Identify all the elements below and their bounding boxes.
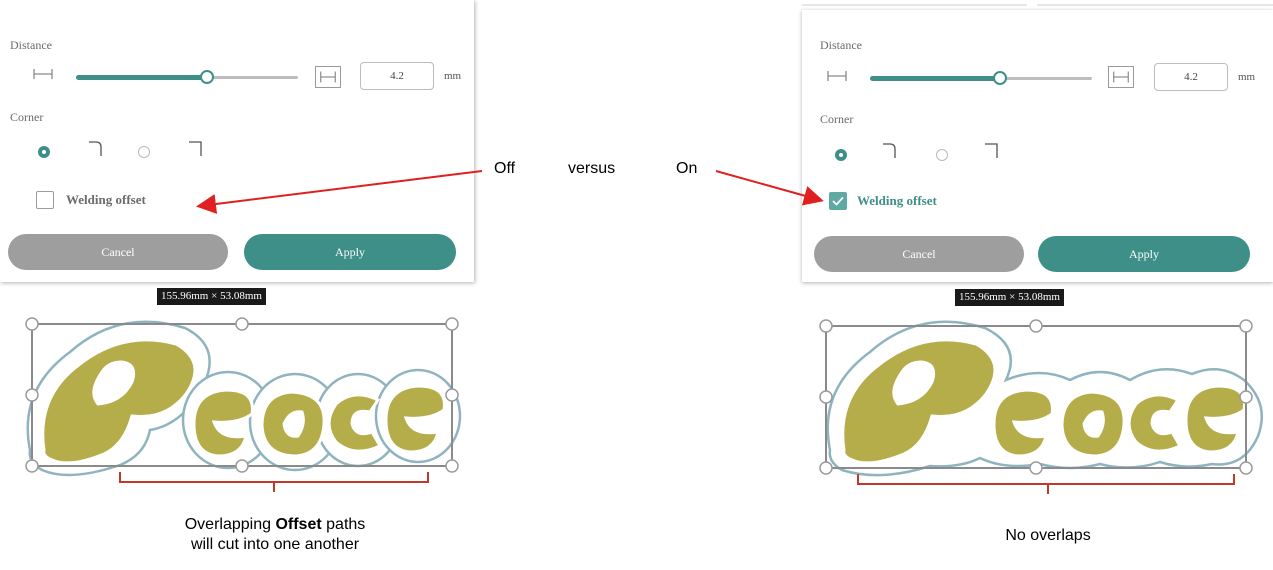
distance-input[interactable]: 4.2 xyxy=(1154,63,1228,91)
welding-offset-label: Welding offset xyxy=(857,193,937,208)
caption-text: will cut into one another xyxy=(190,536,360,553)
distance-slider-fill xyxy=(870,76,1000,81)
overlap-bracket xyxy=(119,472,429,492)
peace-artwork-overlapping[interactable] xyxy=(0,300,470,500)
distance-slider-fill xyxy=(76,75,206,80)
distance-min-icon[interactable] xyxy=(32,66,54,82)
apply-button[interactable]: Apply xyxy=(1038,236,1250,272)
distance-slider-thumb[interactable] xyxy=(200,70,214,84)
overlap-caption: Overlapping Offset paths will cut into o… xyxy=(130,515,420,555)
corner-square-icon xyxy=(189,141,202,156)
corner-label: Corner xyxy=(820,112,854,126)
caption-text: Overlapping xyxy=(184,516,271,533)
offset-panel-off: Distance 4.2 mm Corner Welding offset Ca… xyxy=(0,0,474,282)
peace-artwork-welded[interactable] xyxy=(800,300,1273,500)
apply-button[interactable]: Apply xyxy=(244,234,456,270)
offset-panel-on: Distance 4.2 mm Corner Welding offset Ca… xyxy=(802,10,1273,282)
corner-label: Corner xyxy=(10,110,44,124)
distance-unit: mm xyxy=(1238,71,1256,83)
corner-square-icon xyxy=(985,143,998,158)
distance-unit: mm xyxy=(444,70,462,82)
off-annotation: Off xyxy=(494,160,516,177)
versus-annotation: versus xyxy=(568,160,616,177)
no-overlap-bracket xyxy=(857,474,1235,494)
check-icon xyxy=(832,196,844,206)
corner-round-radio[interactable] xyxy=(38,146,50,158)
corner-round-icon xyxy=(89,141,102,156)
welding-offset-label: Welding offset xyxy=(66,192,146,207)
distance-max-icon[interactable] xyxy=(315,66,341,88)
corner-round-radio[interactable] xyxy=(835,149,847,161)
welding-offset-checkbox[interactable] xyxy=(36,191,54,209)
distance-label: Distance xyxy=(820,38,862,52)
corner-round-icon xyxy=(883,143,896,158)
on-annotation: On xyxy=(676,160,698,177)
panel-top-divider xyxy=(802,0,1273,10)
cancel-button[interactable]: Cancel xyxy=(814,236,1024,272)
cancel-button[interactable]: Cancel xyxy=(8,234,228,270)
welding-offset-checkbox[interactable] xyxy=(829,192,847,210)
caption-text: paths xyxy=(326,516,366,533)
caption-bold-text: Offset xyxy=(275,516,322,533)
distance-min-icon[interactable] xyxy=(826,68,848,84)
corner-square-radio[interactable] xyxy=(936,149,948,161)
distance-label: Distance xyxy=(10,38,52,52)
distance-max-icon[interactable] xyxy=(1108,66,1134,88)
distance-input[interactable]: 4.2 xyxy=(360,62,434,90)
corner-square-radio[interactable] xyxy=(138,146,150,158)
no-overlap-caption: No overlaps xyxy=(1005,527,1091,544)
distance-slider-thumb[interactable] xyxy=(993,71,1007,85)
